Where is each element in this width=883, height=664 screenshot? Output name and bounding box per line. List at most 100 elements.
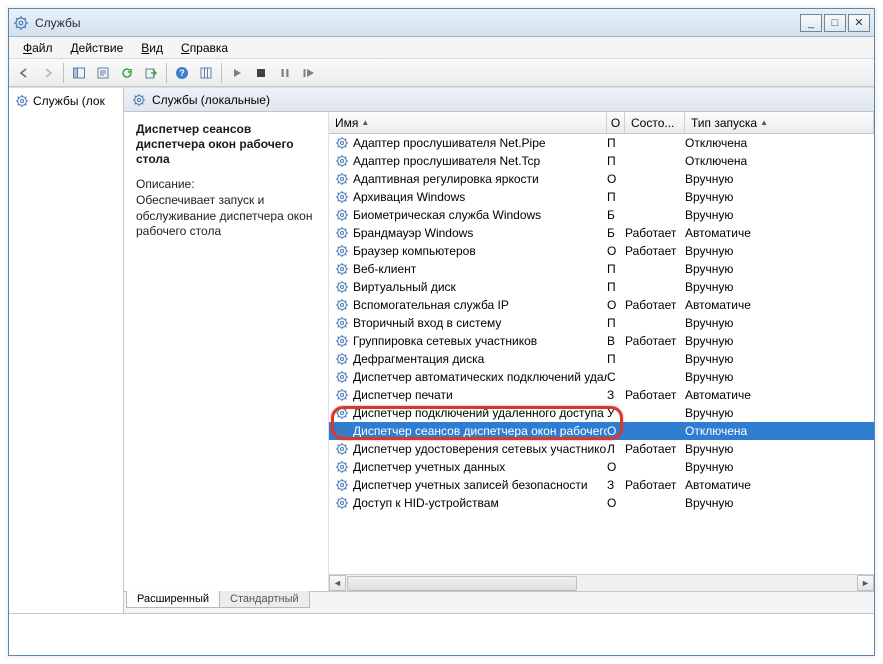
show-hide-tree-button[interactable] bbox=[68, 62, 90, 84]
service-row[interactable]: Вторичный вход в системуПВручную bbox=[329, 314, 874, 332]
service-name: Группировка сетевых участников bbox=[353, 334, 537, 348]
gear-icon bbox=[335, 244, 349, 258]
service-startup-cell: Вручную bbox=[685, 442, 874, 456]
menubar: Файл Действие Вид Справка bbox=[9, 37, 874, 59]
properties-toolbar-button[interactable] bbox=[92, 62, 114, 84]
description-body: Обеспечивает запуск и обслуживание диспе… bbox=[136, 193, 316, 240]
body: Службы (лок Службы (локальные) Диспетчер… bbox=[9, 87, 874, 613]
service-row[interactable]: Виртуальный дискПВручную bbox=[329, 278, 874, 296]
service-name: Браузер компьютеров bbox=[353, 244, 476, 258]
column-description[interactable]: О bbox=[607, 112, 625, 133]
tab-standard[interactable]: Стандартный bbox=[219, 591, 310, 608]
service-row[interactable]: Диспетчер подключений удаленного доступа… bbox=[329, 404, 874, 422]
tree-pane[interactable]: Службы (лок bbox=[9, 88, 124, 613]
sort-asc-icon: ▲ bbox=[361, 118, 369, 127]
close-button[interactable]: ✕ bbox=[848, 14, 870, 32]
service-name: Доступ к HID-устройствам bbox=[353, 496, 499, 510]
column-name[interactable]: Имя▲ bbox=[329, 112, 607, 133]
gear-icon bbox=[335, 280, 349, 294]
service-row[interactable]: Диспетчер печатиЗРаботаетАвтоматиче bbox=[329, 386, 874, 404]
service-desc-cell: З bbox=[607, 388, 625, 402]
service-state-cell: Работает bbox=[625, 388, 685, 402]
service-row[interactable]: Биометрическая служба WindowsБВручную bbox=[329, 206, 874, 224]
tree-root-label: Службы (лок bbox=[33, 94, 105, 108]
menu-file[interactable]: Файл bbox=[15, 39, 61, 57]
menu-help[interactable]: Справка bbox=[173, 39, 236, 57]
service-startup-cell: Автоматиче bbox=[685, 298, 874, 312]
service-row[interactable]: Доступ к HID-устройствамОВручную bbox=[329, 494, 874, 512]
service-row[interactable]: Диспетчер автоматических подключений уда… bbox=[329, 368, 874, 386]
window-title: Службы bbox=[35, 16, 800, 30]
services-rows[interactable]: Адаптер прослушивателя Net.PipeПОтключен… bbox=[329, 134, 874, 574]
service-name: Биометрическая служба Windows bbox=[353, 208, 541, 222]
column-state[interactable]: Состо... bbox=[625, 112, 685, 133]
service-desc-cell: О bbox=[607, 460, 625, 474]
service-name: Диспетчер учетных данных bbox=[353, 460, 505, 474]
service-desc-cell: О bbox=[607, 496, 625, 510]
service-name: Вспомогательная служба IP bbox=[353, 298, 509, 312]
service-row[interactable]: Диспетчер удостоверения сетевых участник… bbox=[329, 440, 874, 458]
scroll-right-button[interactable]: ► bbox=[857, 575, 874, 591]
tab-extended[interactable]: Расширенный bbox=[126, 591, 220, 608]
services-list: Имя▲ О Состо... Тип запуска▲ Адаптер про… bbox=[329, 112, 874, 591]
description-label: Описание: bbox=[136, 177, 316, 191]
service-row[interactable]: Архивация WindowsПВручную bbox=[329, 188, 874, 206]
service-row[interactable]: Адаптер прослушивателя Net.TcpПОтключена bbox=[329, 152, 874, 170]
service-row[interactable]: Адаптер прослушивателя Net.PipeПОтключен… bbox=[329, 134, 874, 152]
service-name: Адаптер прослушивателя Net.Pipe bbox=[353, 136, 546, 150]
gear-icon bbox=[335, 172, 349, 186]
gear-icon bbox=[335, 496, 349, 510]
selected-service-title: Диспетчер сеансов диспетчера окон рабоче… bbox=[136, 122, 316, 167]
start-service-button[interactable] bbox=[226, 62, 248, 84]
service-row[interactable]: Браузер компьютеровОРаботаетВручную bbox=[329, 242, 874, 260]
service-row[interactable]: Адаптивная регулировка яркостиОВручную bbox=[329, 170, 874, 188]
forward-button[interactable] bbox=[37, 62, 59, 84]
scroll-track[interactable] bbox=[346, 575, 857, 591]
service-state-cell: Работает bbox=[625, 226, 685, 240]
services-window: Службы _ □ ✕ Файл Действие Вид Справка ? bbox=[8, 8, 875, 656]
service-row[interactable]: Вспомогательная служба IPОРаботаетАвтома… bbox=[329, 296, 874, 314]
service-row[interactable]: Диспетчер учетных записей безопасностиЗР… bbox=[329, 476, 874, 494]
service-desc-cell: О bbox=[607, 424, 625, 438]
service-desc-cell: Б bbox=[607, 226, 625, 240]
refresh-button[interactable] bbox=[116, 62, 138, 84]
service-startup-cell: Вручную bbox=[685, 244, 874, 258]
help-button[interactable]: ? bbox=[171, 62, 193, 84]
menu-view[interactable]: Вид bbox=[133, 39, 171, 57]
service-row[interactable]: Дефрагментация дискаПВручную bbox=[329, 350, 874, 368]
service-row[interactable]: Веб-клиентПВручную bbox=[329, 260, 874, 278]
scroll-thumb[interactable] bbox=[347, 576, 577, 591]
service-row[interactable]: Группировка сетевых участниковВРаботаетВ… bbox=[329, 332, 874, 350]
gear-icon bbox=[15, 94, 29, 108]
service-startup-cell: Вручную bbox=[685, 190, 874, 204]
minimize-button[interactable]: _ bbox=[800, 14, 822, 32]
restart-service-button[interactable] bbox=[298, 62, 320, 84]
service-row[interactable]: Диспетчер сеансов диспетчера окон рабоче… bbox=[329, 422, 874, 440]
columns-button[interactable] bbox=[195, 62, 217, 84]
service-name: Диспетчер учетных записей безопасности bbox=[353, 478, 588, 492]
service-row[interactable]: Брандмауэр WindowsБРаботаетАвтоматиче bbox=[329, 224, 874, 242]
horizontal-scrollbar[interactable]: ◄ ► bbox=[329, 574, 874, 591]
service-state-cell: Работает bbox=[625, 298, 685, 312]
column-startup-type[interactable]: Тип запуска▲ bbox=[685, 112, 874, 133]
gear-icon bbox=[335, 370, 349, 384]
back-button[interactable] bbox=[13, 62, 35, 84]
tree-root-services[interactable]: Службы (лок bbox=[11, 92, 121, 110]
menu-action[interactable]: Действие bbox=[63, 39, 132, 57]
stop-service-button[interactable] bbox=[250, 62, 272, 84]
scroll-left-button[interactable]: ◄ bbox=[329, 575, 346, 591]
service-desc-cell: П bbox=[607, 190, 625, 204]
service-row[interactable]: Диспетчер учетных данныхОВручную bbox=[329, 458, 874, 476]
gear-icon bbox=[132, 93, 146, 107]
titlebar[interactable]: Службы _ □ ✕ bbox=[9, 9, 874, 37]
pause-service-button[interactable] bbox=[274, 62, 296, 84]
maximize-button[interactable]: □ bbox=[824, 14, 846, 32]
gear-icon bbox=[335, 190, 349, 204]
service-startup-cell: Вручную bbox=[685, 334, 874, 348]
service-name: Адаптивная регулировка яркости bbox=[353, 172, 539, 186]
service-name: Брандмауэр Windows bbox=[353, 226, 473, 240]
service-desc-cell: З bbox=[607, 478, 625, 492]
service-desc-cell: О bbox=[607, 244, 625, 258]
export-button[interactable] bbox=[140, 62, 162, 84]
gear-icon bbox=[335, 226, 349, 240]
